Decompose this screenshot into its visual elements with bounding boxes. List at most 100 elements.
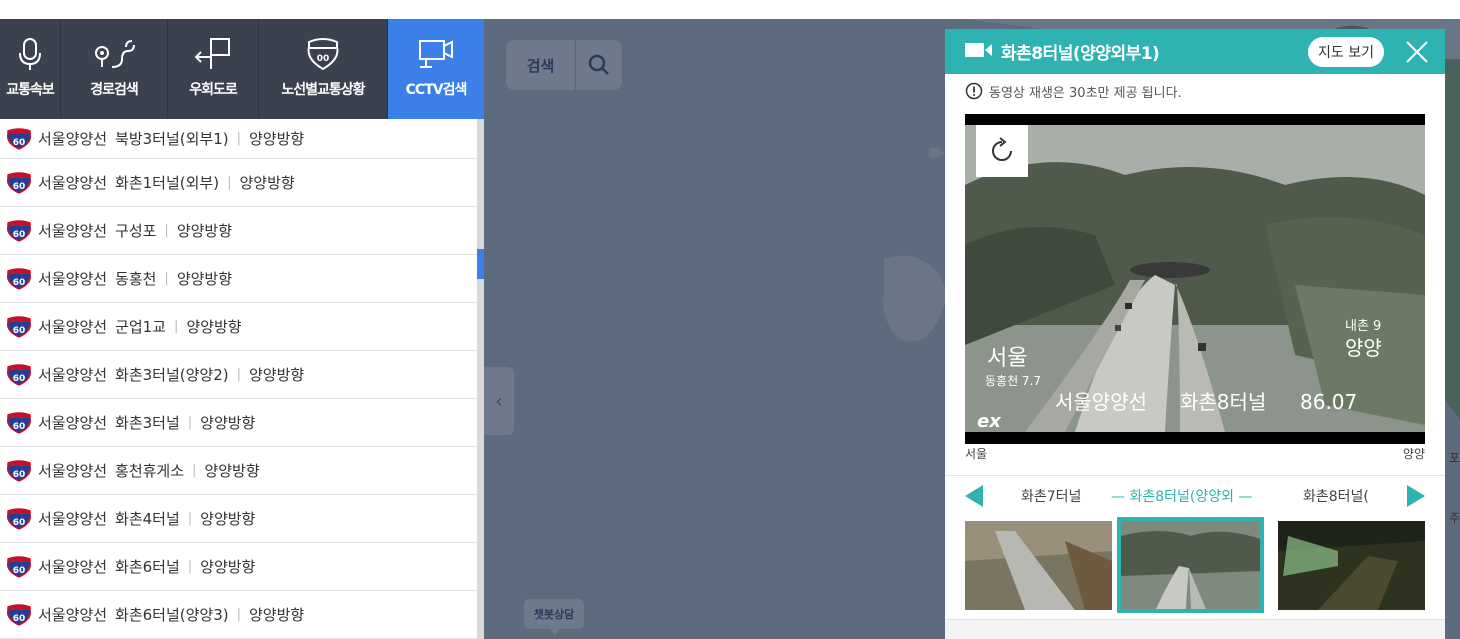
list-item[interactable]: 60 서울양양선 동홍천 | 양양방향 <box>0 255 477 303</box>
list-item-separator: | <box>187 559 193 574</box>
svg-text:60: 60 <box>13 182 26 192</box>
list-item-name: 홍천휴게소 <box>115 462 185 480</box>
highway-60-shield-icon: 60 <box>6 507 32 530</box>
overlay-right-dest: 양양 <box>1345 336 1382 360</box>
current-camera-name: 화촌8터널(양양외 <box>1129 489 1234 505</box>
list-item-direction: 양양방향 <box>176 222 233 240</box>
list-item-direction: 양양방향 <box>200 510 256 528</box>
nav-detour[interactable]: 우회도로 <box>168 19 259 119</box>
list-item-route: 서울양양선 <box>38 130 108 148</box>
list-item-direction: 양양방향 <box>200 558 256 576</box>
scroll-thumb[interactable] <box>477 249 484 279</box>
popup-title: 화촌8터널(양양외부1) <box>1001 44 1160 64</box>
svg-text:60: 60 <box>13 422 26 432</box>
list-item-separator: | <box>227 175 232 190</box>
main-nav: 교통속보 경로검색 우회도로 00 노선별교통상황 CCTV검색 <box>0 19 484 119</box>
map-search-box[interactable]: 검색 <box>506 40 622 90</box>
list-item-name: 화촌4터널 <box>115 510 180 528</box>
list-item-route: 서울양양선 <box>38 270 108 288</box>
video-direction-labels: 서울 양양 <box>965 445 1425 465</box>
list-item[interactable]: 60 서울양양선 화촌3터널(양양2) | 양양방향 <box>0 351 477 399</box>
list-item-name: 화촌6터널 <box>115 558 180 576</box>
cctv-icon <box>416 35 456 73</box>
svg-text:60: 60 <box>13 278 26 288</box>
current-camera-label: — 화촌8터널(양양외 — <box>1111 489 1253 505</box>
close-icon[interactable] <box>1403 38 1431 66</box>
thumbnail-next[interactable] <box>1278 521 1425 610</box>
list-item-separator: | <box>192 463 197 478</box>
search-label[interactable]: 검색 <box>506 40 576 90</box>
list-item-route: 서울양양선 <box>38 222 108 240</box>
overlay-name: 화촌8터널 <box>1180 390 1266 414</box>
list-item-separator: | <box>236 607 241 622</box>
collapse-panel-button[interactable]: ‹ <box>484 367 514 435</box>
prev-arrow-icon[interactable] <box>965 485 983 507</box>
svg-text:00: 00 <box>317 54 330 64</box>
list-item[interactable]: 60 서울양양선 화촌6터널(양양3) | 양양방향 <box>0 591 477 639</box>
video-camera-icon <box>965 42 993 62</box>
nav-route-traffic[interactable]: 00 노선별교통상황 <box>259 19 388 119</box>
thumbnail-current[interactable] <box>1117 517 1264 613</box>
prev-camera-link[interactable]: 화촌7터널 <box>1021 486 1081 506</box>
search-icon[interactable] <box>576 40 622 90</box>
list-item-direction: 양양방향 <box>249 366 305 384</box>
nav-traffic-news[interactable]: 교통속보 <box>0 19 61 119</box>
svg-text:60: 60 <box>13 326 26 336</box>
highway-60-shield-icon: 60 <box>6 459 32 482</box>
list-item-direction: 양양방향 <box>239 174 295 192</box>
list-item-direction: 양양방향 <box>200 414 256 432</box>
list-scrollbar[interactable] <box>477 119 484 639</box>
overlay-left-sub: 동홍천 7.7 <box>985 373 1041 388</box>
playback-notice: 동영상 재생은 30초만 제공 됩니다. <box>945 74 1445 108</box>
nav-cctv-search[interactable]: CCTV검색 <box>388 19 484 119</box>
svg-text:60: 60 <box>13 566 26 576</box>
list-item[interactable]: 60 서울양양선 구성포 | 양양방향 <box>0 207 477 255</box>
nav-label: CCTV검색 <box>405 82 468 98</box>
list-item-route: 서울양양선 <box>38 462 108 480</box>
list-item-name: 북방3터널(외부1) <box>115 130 229 148</box>
thumbnail-prev[interactable] <box>965 521 1112 610</box>
list-item-name: 화촌1터널(외부) <box>115 174 220 192</box>
cctv-video-frame: 서울 동홍천 7.7 내촌 9 양양 서울양양선 화촌8터널 86.07 ex <box>965 125 1425 432</box>
view-map-button[interactable]: 지도 보기 <box>1308 37 1384 67</box>
list-item[interactable]: 60 서울양양선 군업1교 | 양양방향 <box>0 303 477 351</box>
list-item[interactable]: 60 서울양양선 화촌4터널 | 양양방향 <box>0 495 477 543</box>
map-label: 주 <box>1449 511 1460 525</box>
chatbot-button[interactable]: 챗봇상담 <box>524 599 584 635</box>
list-item-separator: | <box>187 415 193 430</box>
chevron-left-icon: ‹ <box>495 390 503 412</box>
warning-icon <box>965 82 983 100</box>
svg-text:60: 60 <box>13 614 26 624</box>
list-item-direction: 양양방향 <box>249 606 305 624</box>
highway-60-shield-icon: 60 <box>6 603 32 626</box>
cctv-video[interactable]: 서울 동홍천 7.7 내촌 9 양양 서울양양선 화촌8터널 86.07 ex <box>965 114 1425 444</box>
list-item-route: 서울양양선 <box>38 414 108 432</box>
list-item[interactable]: 60 서울양양선 북방3터널(외부1) | 양양방향 <box>0 119 477 159</box>
nav-label: 교통속보 <box>6 82 55 98</box>
list-item-separator: | <box>164 223 169 238</box>
list-item-separator: | <box>164 271 169 286</box>
list-item[interactable]: 60 서울양양선 화촌1터널(외부) | 양양방향 <box>0 159 477 207</box>
route-icon <box>92 35 136 73</box>
next-arrow-icon[interactable] <box>1407 485 1425 507</box>
top-strip <box>0 0 1460 19</box>
refresh-icon <box>992 137 1012 161</box>
nav-label: 경로검색 <box>90 82 139 98</box>
overlay-route: 서울양양선 <box>1055 390 1147 414</box>
divider <box>945 475 1445 476</box>
next-camera-link[interactable]: 화촌8터널( <box>1303 486 1369 506</box>
overlay-km: 86.07 <box>1300 390 1357 414</box>
overlay-right-sub: 내촌 9 <box>1345 319 1381 334</box>
nav-label: 우회도로 <box>189 82 238 98</box>
highway-60-shield-icon: 60 <box>6 411 32 434</box>
highway-60-shield-icon: 60 <box>6 363 32 386</box>
svg-text:60: 60 <box>13 138 26 148</box>
list-item[interactable]: 60 서울양양선 화촌3터널 | 양양방향 <box>0 399 477 447</box>
list-item[interactable]: 60 서울양양선 홍천휴게소 | 양양방향 <box>0 447 477 495</box>
list-item-name: 화촌3터널 <box>115 414 180 432</box>
list-item[interactable]: 60 서울양양선 화촌6터널 | 양양방향 <box>0 543 477 591</box>
list-item-direction: 양양방향 <box>176 270 233 288</box>
nav-route-search[interactable]: 경로검색 <box>61 19 168 119</box>
camera-thumbnails <box>965 517 1425 613</box>
refresh-button[interactable] <box>976 125 1028 177</box>
